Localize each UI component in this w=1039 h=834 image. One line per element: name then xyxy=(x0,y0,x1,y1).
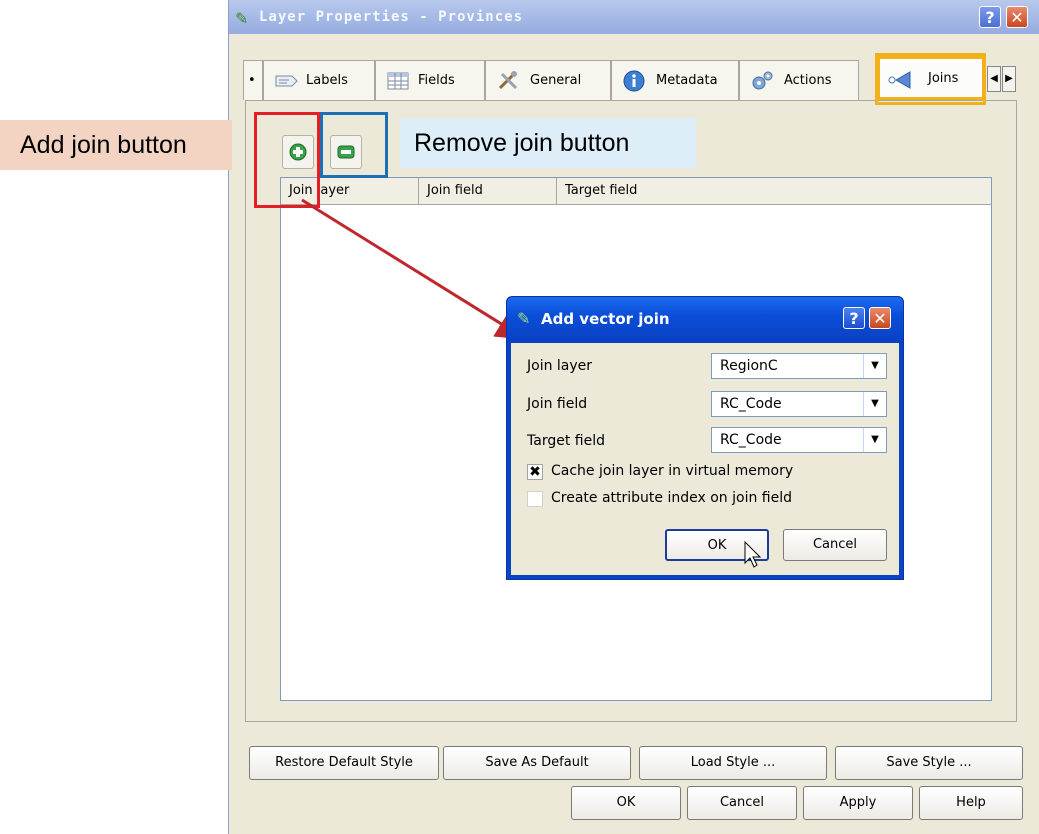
add-vector-join-dialog: ✎ Add vector join ? ✕ Join layer RegionC… xyxy=(506,296,904,580)
cache-join-label: Cache join layer in virtual memory xyxy=(551,463,794,479)
dialog-body: Join layer RegionC ▼ Join field RC_Code … xyxy=(511,343,899,575)
create-index-label: Create attribute index on join field xyxy=(551,490,793,506)
join-layer-combo[interactable]: RegionC ▼ xyxy=(711,353,887,379)
join-field-label: Join field xyxy=(527,396,588,412)
dialog-close-button[interactable]: ✕ xyxy=(869,307,891,329)
target-field-combo[interactable]: RC_Code ▼ xyxy=(711,427,887,453)
chevron-down-icon: ▼ xyxy=(863,428,886,452)
dialog-title-bar[interactable]: ✎ Add vector join ? ✕ xyxy=(507,297,903,343)
qgis-icon: ✎ xyxy=(517,309,531,328)
create-index-checkbox[interactable] xyxy=(527,491,543,507)
join-layer-label: Join layer xyxy=(527,358,593,374)
chevron-down-icon: ▼ xyxy=(863,354,886,378)
target-field-label: Target field xyxy=(527,433,605,449)
dialog-title: Add vector join xyxy=(541,310,670,328)
dialog-help-button[interactable]: ? xyxy=(843,307,865,329)
chevron-down-icon: ▼ xyxy=(863,392,886,416)
join-field-combo[interactable]: RC_Code ▼ xyxy=(711,391,887,417)
dialog-cancel-button[interactable]: Cancel xyxy=(783,529,887,561)
cache-join-checkbox[interactable]: ✖ xyxy=(527,464,543,480)
mouse-cursor-icon xyxy=(744,541,762,568)
